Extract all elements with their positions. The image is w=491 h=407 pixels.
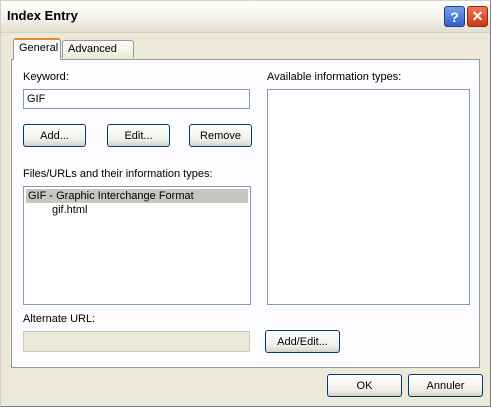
files-urls-label: Files/URLs and their information types: xyxy=(23,168,213,180)
add-button[interactable]: Add... xyxy=(23,124,86,147)
keyword-field[interactable]: GIF xyxy=(23,89,250,109)
cancel-button[interactable]: Annuler xyxy=(408,374,483,397)
close-button[interactable]: ✕ xyxy=(467,6,488,27)
available-types-label: Available information types: xyxy=(267,71,402,83)
remove-button[interactable]: Remove xyxy=(189,124,252,147)
list-item[interactable]: gif.html xyxy=(26,203,248,217)
add-edit-button[interactable]: Add/Edit... xyxy=(265,330,340,353)
help-button[interactable]: ? xyxy=(444,6,465,27)
general-tab-panel: Keyword: GIF Add... Edit... Remove Files… xyxy=(11,59,480,368)
window-title: Index Entry xyxy=(7,8,78,23)
edit-button[interactable]: Edit... xyxy=(107,124,170,147)
alternate-url-field[interactable] xyxy=(23,331,250,352)
ok-button[interactable]: OK xyxy=(327,374,402,397)
tab-general[interactable]: General xyxy=(13,38,61,60)
tab-advanced[interactable]: Advanced xyxy=(62,40,134,58)
title-bar: Index Entry ? ✕ xyxy=(1,1,490,33)
available-types-list[interactable] xyxy=(267,89,470,305)
keyword-label: Keyword: xyxy=(23,71,69,83)
files-urls-list[interactable]: GIF - Graphic Interchange Format gif.htm… xyxy=(23,186,251,305)
index-entry-dialog: Index Entry ? ✕ General Advanced Keyword… xyxy=(0,0,491,407)
alternate-url-label: Alternate URL: xyxy=(23,313,96,325)
question-icon: ? xyxy=(450,8,459,25)
list-item[interactable]: GIF - Graphic Interchange Format xyxy=(26,189,248,203)
close-icon: ✕ xyxy=(471,8,484,24)
